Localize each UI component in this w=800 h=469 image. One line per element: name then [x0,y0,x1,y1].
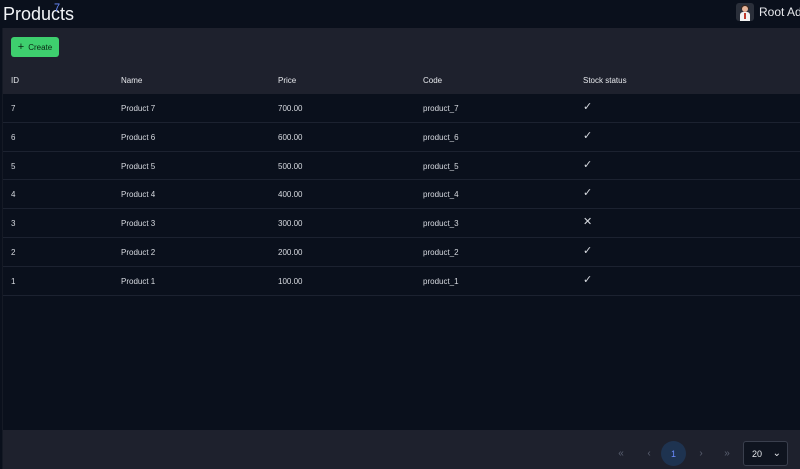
table-row[interactable]: 4 Product 4 400.00 product_4 ✓ [3,180,800,210]
check-icon: ✓ [583,129,593,142]
table-row[interactable]: 2 Product 2 200.00 product_2 ✓ [3,238,800,267]
cell-id: 1 [11,276,16,286]
check-icon: ✓ [583,158,593,171]
cell-name: Product 2 [121,247,156,257]
cell-code: product_2 [423,247,459,257]
check-icon: ✓ [583,273,593,286]
cell-code: product_7 [423,104,459,113]
cell-name: Product 3 [121,219,156,229]
user-name: Root Admin [759,5,800,19]
cell-name: Product 6 [121,132,156,142]
cell-name: Product 7 [121,104,156,113]
cell-id: 6 [11,132,16,142]
column-header-id[interactable]: ID [11,76,19,85]
pagination-bar: « ‹ 1 › » 20 ⌄ [3,430,800,469]
cell-price: 200.00 [278,247,303,257]
user-menu[interactable]: Root Admin [736,2,800,22]
page-size-value: 20 [752,448,763,459]
cell-name: Product 4 [121,190,156,200]
cell-id: 2 [11,247,16,257]
top-bar: Products 7 Root Admin [0,0,800,27]
cell-name: Product 1 [121,276,156,286]
last-page-icon[interactable]: » [719,442,735,464]
table-row[interactable]: 6 Product 6 600.00 product_6 ✓ [3,123,800,152]
previous-page-icon[interactable]: ‹ [641,442,657,464]
cross-icon: ✕ [583,216,593,229]
cell-price: 700.00 [278,104,303,113]
current-page-button[interactable]: 1 [661,441,686,466]
cell-price: 300.00 [278,219,303,229]
cell-code: product_4 [423,190,459,200]
cell-price: 500.00 [278,161,303,171]
check-icon: ✓ [583,101,593,113]
column-header-code[interactable]: Code [423,76,442,85]
create-button[interactable]: + Create [11,37,59,57]
check-icon: ✓ [583,187,593,200]
page-title: Products [3,4,75,24]
table-row[interactable]: 5 Product 5 500.00 product_5 ✓ [3,152,800,181]
chevron-down-icon: ⌄ [772,448,781,459]
check-icon: ✓ [583,244,593,257]
cell-price: 100.00 [278,276,303,286]
avatar [736,3,754,21]
cell-code: product_6 [423,132,459,142]
table-row[interactable]: 3 Product 3 300.00 product_3 ✕ [3,209,800,238]
cell-price: 600.00 [278,132,303,142]
cell-code: product_3 [423,219,459,229]
table-row[interactable]: 1 Product 1 100.00 product_1 ✓ [3,267,800,296]
cell-id: 7 [11,104,16,113]
column-header-price[interactable]: Price [278,76,296,85]
toolbar: + Create [3,28,800,66]
column-header-name[interactable]: Name [121,76,142,85]
next-page-icon[interactable]: › [693,442,709,464]
column-header-stock-status[interactable]: Stock status [583,76,627,85]
cell-price: 400.00 [278,190,303,200]
cell-code: product_5 [423,161,459,171]
cell-id: 4 [11,190,16,200]
table-body: 7 Product 7 700.00 product_7 ✓ 6 Product… [3,94,800,296]
create-button-label: Create [28,42,53,52]
table-row[interactable]: 7 Product 7 700.00 product_7 ✓ [3,94,800,123]
cell-name: Product 5 [121,161,156,171]
product-count-badge: 7 [54,2,61,14]
page-size-select[interactable]: 20 ⌄ [743,441,788,466]
table-header: ID Name Price Code Stock status [3,66,800,94]
plus-icon: + [17,40,25,53]
cell-id: 3 [11,219,16,229]
cell-code: product_1 [423,276,459,286]
cell-id: 5 [11,161,16,171]
first-page-icon[interactable]: « [613,442,629,464]
